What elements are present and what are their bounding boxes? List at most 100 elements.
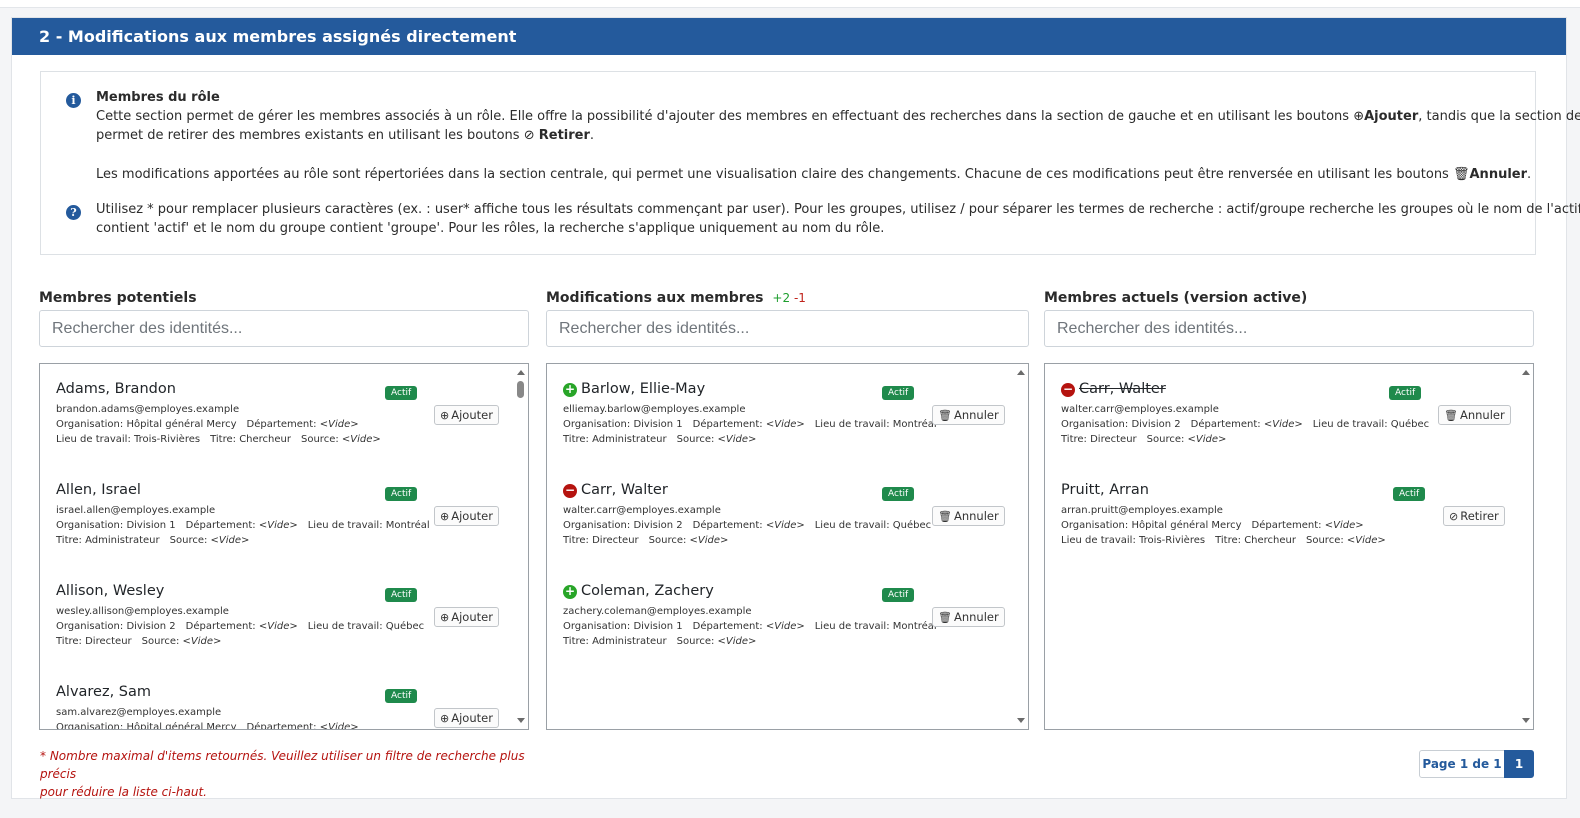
footnote-line: pour réduire la liste ci-haut. [40, 785, 207, 799]
footnote-line: * Nombre maximal d'items retournés. Veui… [40, 749, 525, 781]
member-details-line: Titre: Administrateur Source: <Vide> [563, 636, 756, 647]
remove-circle-icon: − [1061, 382, 1075, 397]
detail-value: Montréal [892, 621, 937, 632]
detail-field: Lieu de travail: Trois-Rivières [56, 434, 201, 445]
info-period: . [589, 128, 595, 143]
trash-icon: 🗑 [938, 510, 952, 523]
detail-value: Division 1 [633, 419, 683, 430]
detail-value: Division 2 [633, 520, 683, 531]
current-search-input[interactable] [1044, 310, 1534, 347]
detail-field: Source: <Vide> [301, 434, 381, 445]
info-remove-label: Retirer [538, 128, 590, 143]
list-item: Allison, Wesley Actif wesley.allison@emplo… [40, 566, 528, 667]
member-details-line: Organisation: Division 1 Département: <Vi… [563, 419, 937, 430]
section-panel: 2 - Modifications aux membres assignés d… [11, 17, 1580, 801]
section-title: 2 - Modifications aux membres assignés d… [12, 18, 1566, 55]
detail-field: Source: <Vide> [648, 535, 729, 546]
scroll-down-arrow[interactable] [1522, 718, 1530, 723]
member-name: Barlow, Ellie-May [581, 381, 706, 397]
cancel-button[interactable]: 🗑 Annuler [932, 405, 1005, 425]
detail-value: <Vide> [765, 419, 805, 430]
button-label: Ajouter [451, 711, 493, 725]
potential-members-title: Membres potentiels [39, 290, 197, 306]
info-paragraph-1a: Cette section permet de gérer les membre… [96, 107, 1580, 127]
member-details-line: Titre: Directeur Source: <Vide> [1061, 434, 1226, 445]
detail-field: Organisation: Division 2 [1061, 419, 1181, 430]
member-email: walter.carr@employes.example [563, 505, 721, 516]
info-paragraph-1b: permet de retirer des membres existants … [96, 126, 594, 146]
cancel-button[interactable]: 🗑 Annuler [1438, 405, 1511, 425]
cancel-button[interactable]: 🗑 Annuler [932, 607, 1005, 627]
detail-field: Lieu de travail: Trois-Rivières [1061, 535, 1206, 546]
scroll-down-arrow[interactable] [1017, 718, 1025, 723]
detail-field: Lieu de travail: Montréal [307, 520, 430, 531]
detail-value: Trois-Rivières [1139, 535, 1206, 546]
member-details-line: Organisation: Hôpital général Mercy Dépar… [1061, 520, 1364, 531]
detail-field: Organisation: Division 1 [563, 621, 683, 632]
button-label: Annuler [953, 610, 999, 624]
detail-field: Titre: Administrateur [563, 434, 667, 445]
help-line-2: contient 'actif' et le nom du groupe con… [96, 221, 885, 236]
member-email: zachery.coleman@employes.example [563, 606, 752, 617]
remove-button[interactable]: ⊘ Retirer [1443, 506, 1505, 526]
detail-value: Montréal [385, 520, 430, 531]
member-details-line: Organisation: Hôpital général Mercy Dépar… [56, 722, 359, 729]
detail-field: Organisation: Hôpital général Mercy [1061, 520, 1242, 531]
detail-value: Québec [892, 520, 932, 531]
add-button[interactable]: ⊕ Ajouter [434, 607, 499, 627]
cancel-button[interactable]: 🗑 Annuler [932, 506, 1005, 526]
status-badge: Actif [1393, 487, 1426, 501]
add-button[interactable]: ⊕ Ajouter [434, 506, 499, 526]
detail-value: <Vide> [717, 434, 757, 445]
pagination-info: Page 1 de 1 [1419, 750, 1505, 778]
detail-field: Département: <Vide> [692, 520, 805, 531]
modifications-list[interactable]: + Barlow, Ellie-May Actif elliemay.barlow@e… [546, 363, 1029, 730]
list-item: Adams, Brandon Actif brandon.adams@employe… [40, 364, 528, 465]
detail-value: Québec [385, 621, 425, 632]
add-button[interactable]: ⊕ Ajouter [434, 708, 499, 728]
button-label: Ajouter [451, 610, 493, 624]
potential-members-list[interactable]: Adams, Brandon Actif brandon.adams@employe… [39, 363, 529, 730]
member-details-line: Organisation: Division 2 Département: <Vi… [563, 520, 931, 531]
button-label: Annuler [953, 509, 999, 523]
max-items-footnote: * Nombre maximal d'items retournés. Veui… [40, 747, 540, 801]
detail-field: Organisation: Hôpital général Mercy [56, 722, 237, 729]
status-badge: Actif [882, 487, 915, 501]
detail-field: Département: <Vide> [246, 419, 359, 430]
current-members-list[interactable]: − Carr, Walter Actif walter.carr@employes.e… [1044, 363, 1534, 730]
button-label: Ajouter [451, 408, 493, 422]
detail-value: Administrateur [592, 434, 667, 445]
detail-value: Administrateur [592, 636, 667, 647]
ban-icon: ⊘ [523, 128, 535, 143]
member-email: walter.carr@employes.example [1061, 404, 1219, 415]
trash-icon: 🗑 [1444, 409, 1458, 422]
detail-value: Directeur [1090, 434, 1137, 445]
detail-field: Organisation: Division 1 [563, 419, 683, 430]
potential-search-input[interactable] [39, 310, 529, 347]
top-border [0, 0, 1580, 8]
info-text: Cette section permet de gérer les membre… [96, 109, 1350, 124]
member-details-line: Titre: Administrateur Source: <Vide> [563, 434, 756, 445]
member-details-line: Lieu de travail: Trois-Rivières Titre: Ch… [1061, 535, 1386, 546]
button-label: Ajouter [451, 509, 493, 523]
detail-value: <Vide> [258, 621, 298, 632]
add-circle-icon: + [563, 382, 577, 397]
detail-value: <Vide> [1187, 434, 1227, 445]
list-item: Allen, Israel Actif israel.allen@employes.… [40, 465, 528, 566]
add-button[interactable]: ⊕ Ajouter [434, 405, 499, 425]
detail-field: Département: <Vide> [185, 621, 298, 632]
detail-value: <Vide> [717, 636, 757, 647]
plus-circle-icon: ⊕ [440, 409, 450, 422]
detail-value: Administrateur [85, 535, 160, 546]
detail-value: Trois-Rivières [134, 434, 201, 445]
modifications-search-input[interactable] [546, 310, 1029, 347]
detail-value: <Vide> [689, 535, 729, 546]
list-item: − Carr, Walter Actif walter.carr@employes.e… [1045, 364, 1533, 465]
list-item: − Carr, Walter Actif walter.carr@employes.e… [547, 465, 1028, 566]
detail-value: <Vide> [765, 621, 805, 632]
info-add-label: Ajouter [1364, 109, 1419, 124]
member-details-line: Titre: Directeur Source: <Vide> [563, 535, 728, 546]
detail-field: Lieu de travail: Québec [814, 520, 932, 531]
help-line-1: Utilisez * pour remplacer plusieurs cara… [96, 202, 1580, 217]
page-1-button[interactable]: 1 [1504, 750, 1534, 778]
